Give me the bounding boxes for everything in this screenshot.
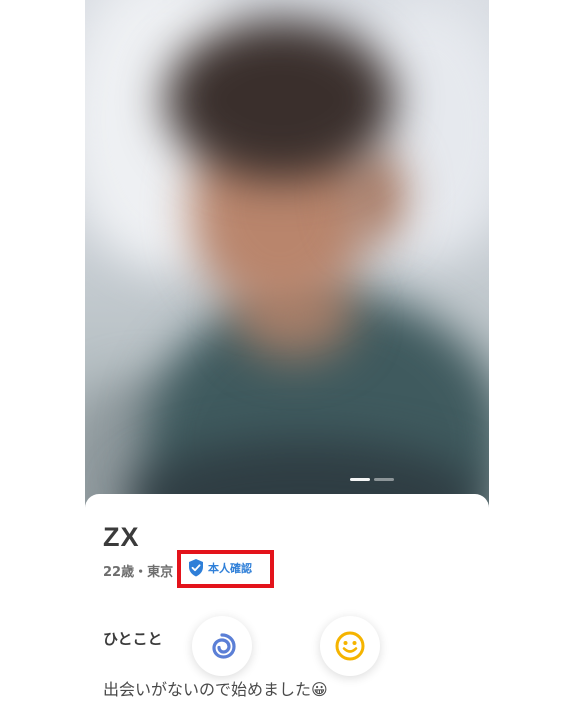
smile-icon: [335, 631, 365, 661]
profile-age-location: 22歳・東京: [103, 565, 174, 580]
profile-name: ZX: [103, 522, 140, 552]
bio-text: 出会いがないので始めました😀: [103, 680, 328, 699]
pagination-dot-active: [350, 478, 370, 481]
like-button[interactable]: [320, 616, 380, 676]
section-title-hitokoto: ひとこと: [103, 630, 163, 648]
swirl-icon: [212, 633, 236, 659]
pagination-dot: [374, 478, 394, 481]
skip-button[interactable]: [192, 616, 252, 676]
photo-pagination: [350, 478, 394, 481]
profile-photo[interactable]: [85, 0, 489, 520]
highlight-box: [177, 550, 274, 588]
